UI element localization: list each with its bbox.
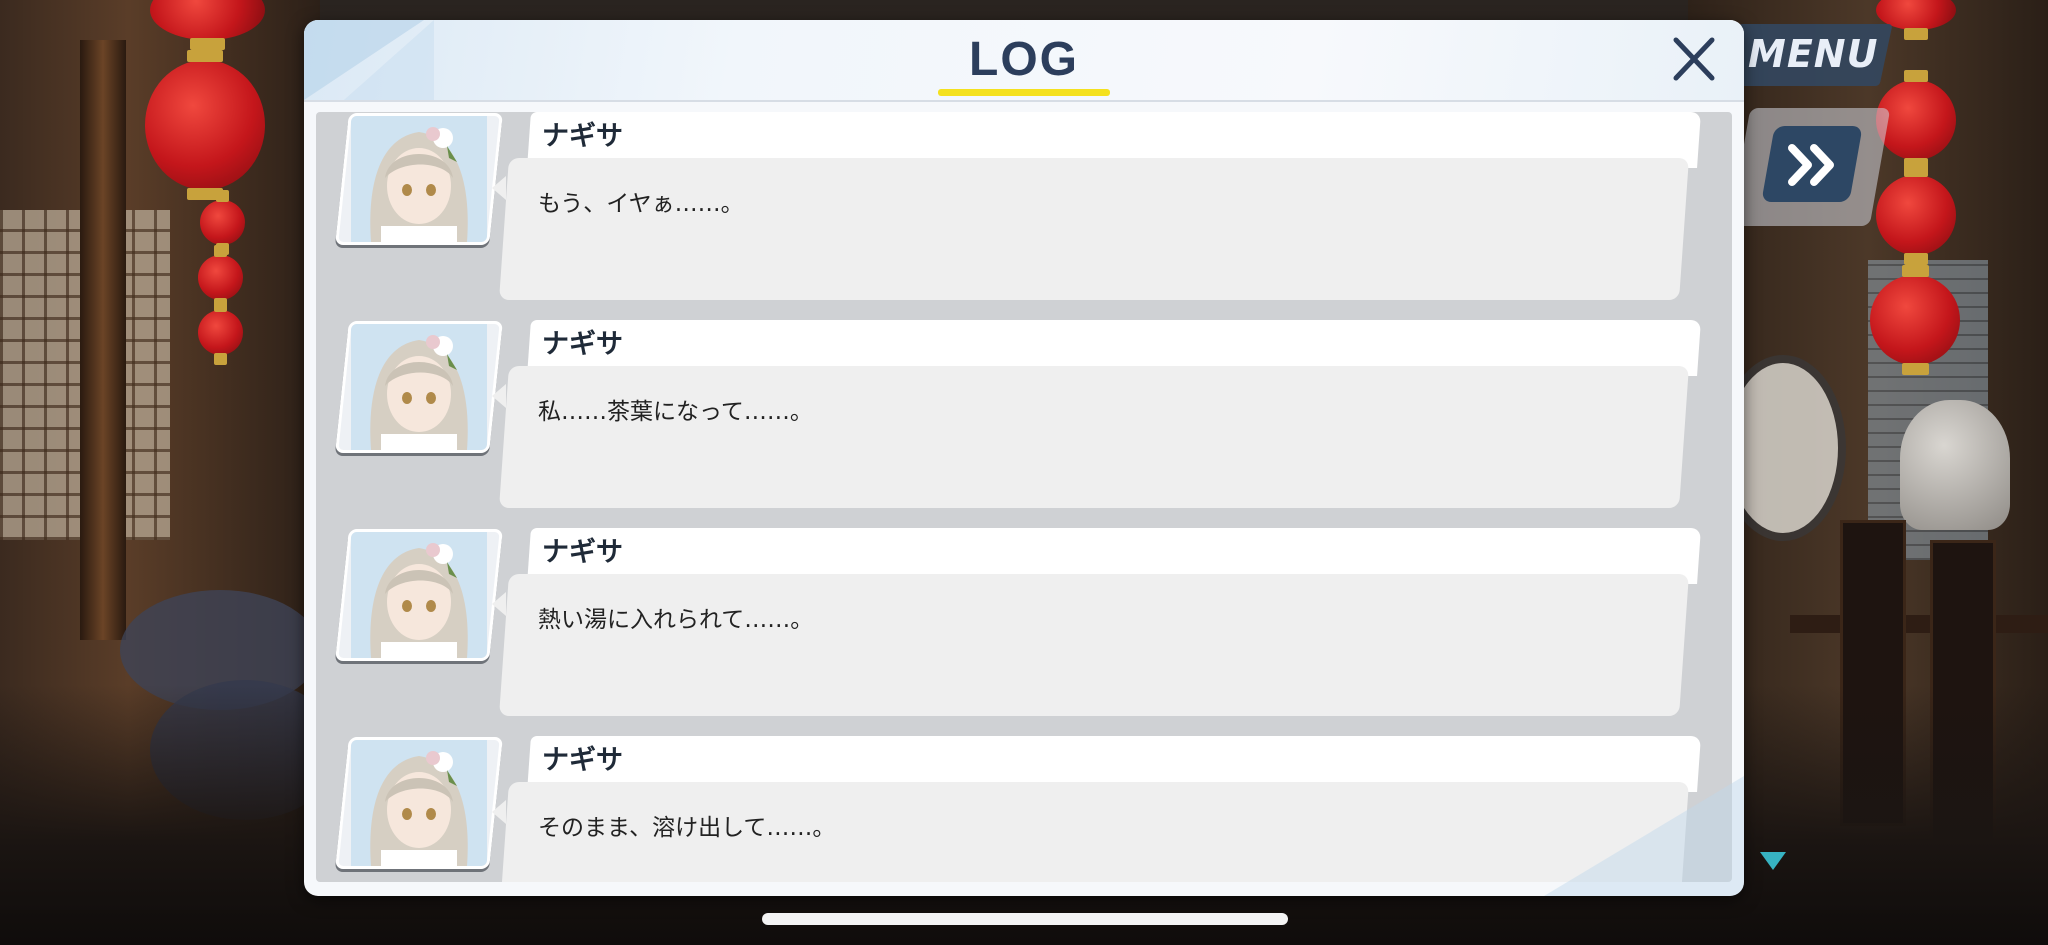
log-list[interactable]: ナギサ もう、イヤぁ……。 ナギサ 私……茶葉になって……。 ナギサ 熱い湯に入… [316, 112, 1732, 882]
dialogue-bubble-tail [492, 384, 506, 408]
close-icon[interactable] [1664, 30, 1724, 90]
footer-decoration [1544, 776, 1744, 896]
background-table [1790, 615, 2048, 633]
speaker-avatar [335, 529, 503, 661]
speaker-avatar [335, 113, 503, 245]
nagisa-portrait-icon [351, 324, 487, 450]
red-lantern [145, 50, 265, 200]
red-lantern [1870, 265, 1960, 375]
dialogue-bubble [499, 158, 1689, 300]
log-entry: ナギサ そのまま、溶け出して……。 [316, 734, 1732, 882]
nagisa-portrait-icon [351, 532, 487, 658]
dialogue-bubble [499, 366, 1689, 508]
speaker-name: ナギサ [542, 121, 623, 152]
dialogue-bubble-tail [492, 592, 506, 616]
nagisa-portrait-icon [351, 740, 487, 866]
background-pillar [80, 40, 126, 640]
red-lantern [198, 245, 243, 310]
log-panel-header: LOG [304, 20, 1744, 102]
log-title: LOG [969, 33, 1079, 86]
nagisa-portrait-icon [351, 116, 487, 242]
speaker-name: ナギサ [542, 537, 623, 568]
close-button[interactable] [1664, 30, 1724, 90]
dialogue-bubble-tail [492, 176, 506, 200]
dialogue-text: 私……茶葉になって……。 [538, 399, 813, 425]
home-indicator-bar[interactable] [762, 913, 1288, 925]
red-lantern [200, 190, 245, 255]
log-entry: ナギサ 熱い湯に入れられて……。 [316, 526, 1732, 726]
log-entry: ナギサ 私……茶葉になって……。 [316, 318, 1732, 518]
dialogue-bubble [499, 574, 1689, 716]
log-entry: ナギサ もう、イヤぁ……。 [316, 112, 1732, 310]
dialogue-text: 熱い湯に入れられて……。 [538, 607, 814, 633]
log-panel: LOG ナギサ もう、イヤぁ……。 ナギサ 私……茶葉になって……。 ナギサ 熱… [304, 20, 1744, 896]
speaker-name: ナギサ [542, 329, 623, 360]
triangle-down-icon [1760, 852, 1786, 870]
red-lantern [1876, 165, 1956, 265]
background-lion-statue [1900, 400, 2010, 530]
dialogue-text: そのまま、溶け出して……。 [538, 815, 836, 841]
title-underline [938, 89, 1110, 96]
speaker-avatar [335, 737, 503, 869]
red-lantern [198, 300, 243, 365]
menu-button-label[interactable]: MENU [1748, 32, 1878, 76]
speaker-avatar [335, 321, 503, 453]
double-chevron-right-icon[interactable] [1784, 140, 1844, 190]
dialogue-text: もう、イヤぁ……。 [538, 191, 744, 217]
speaker-name: ナギサ [542, 745, 623, 776]
dialogue-bubble-tail [492, 800, 506, 824]
